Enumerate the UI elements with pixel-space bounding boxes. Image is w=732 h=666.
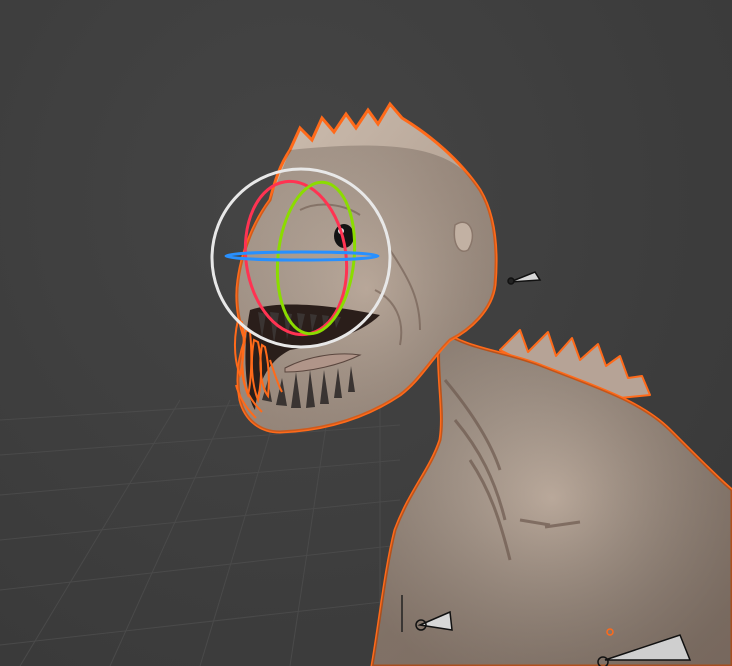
viewport-canvas[interactable] xyxy=(0,0,732,666)
light-icon[interactable] xyxy=(507,271,542,285)
3d-viewport[interactable] xyxy=(0,0,732,666)
floor-grid xyxy=(0,394,401,666)
